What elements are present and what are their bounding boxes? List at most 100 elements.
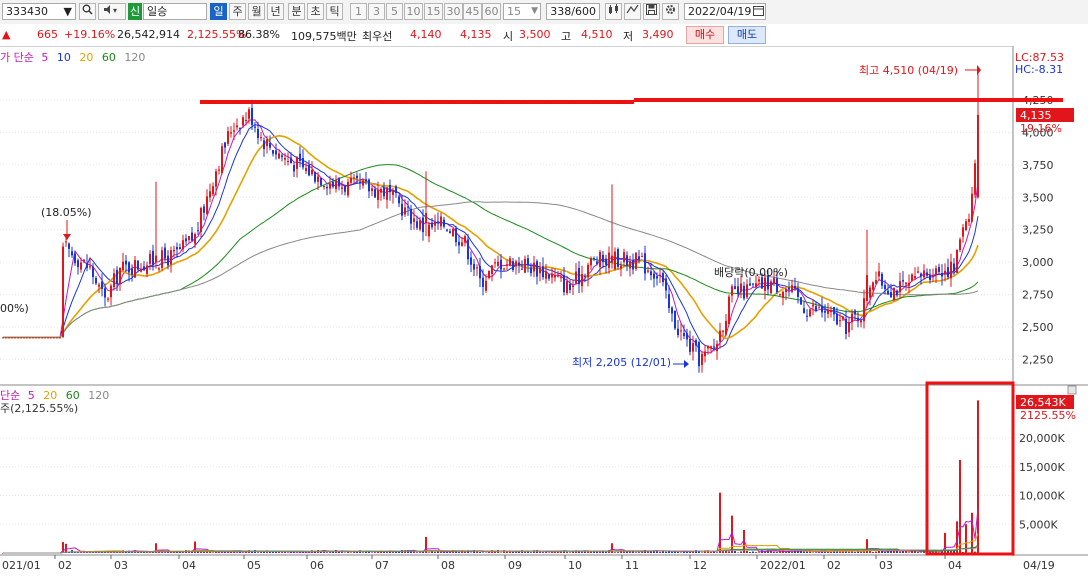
- candle-body: [878, 271, 880, 277]
- minute-option-15[interactable]: 15: [424, 3, 443, 20]
- save-icon[interactable]: [643, 3, 660, 20]
- candle-body: [434, 221, 436, 226]
- period-second[interactable]: 초: [307, 3, 324, 20]
- chevron-down-icon[interactable]: ▼: [64, 4, 72, 19]
- candle-body: [143, 266, 145, 271]
- candle-settings-icon[interactable]: [605, 3, 622, 20]
- candle-body: [959, 239, 961, 250]
- candle-body: [797, 288, 799, 297]
- candle-body: [101, 281, 103, 289]
- candle-body: [908, 282, 910, 286]
- candle-body: [902, 279, 904, 282]
- trade-volume: 26,542,914: [117, 28, 180, 41]
- candle-body: [539, 267, 541, 274]
- candle-body: [686, 333, 688, 340]
- minute-option-3[interactable]: 3: [368, 3, 385, 20]
- candle-body: [869, 287, 871, 298]
- x-tick-label: 08: [441, 559, 455, 572]
- candle-body: [74, 253, 76, 264]
- sell-button[interactable]: 매도: [728, 26, 766, 44]
- candle-body: [188, 236, 190, 240]
- candle-body: [167, 255, 169, 266]
- candle-body: [470, 257, 472, 265]
- candle-body: [329, 183, 331, 189]
- candle-body: [653, 273, 655, 279]
- candle-body: [893, 287, 895, 300]
- candle-body: [518, 262, 520, 266]
- volume-bar: [296, 552, 298, 553]
- candle-body: [272, 150, 274, 154]
- candle-body: [923, 270, 925, 278]
- candle-body: [275, 150, 277, 155]
- candle-body: [947, 267, 949, 277]
- volume-bar: [800, 551, 802, 553]
- candle-body: [287, 160, 289, 162]
- volume-bar: [434, 551, 436, 553]
- period-month[interactable]: 월: [248, 3, 265, 20]
- dividend-annotation: 배당락(0.00%): [714, 266, 788, 279]
- volume-bar: [443, 551, 445, 553]
- candle-body: [230, 132, 232, 134]
- candle-body: [824, 311, 826, 313]
- period-day[interactable]: 일: [210, 3, 227, 20]
- speaker-icon[interactable]: ▾: [98, 3, 126, 20]
- candle-body: [290, 157, 292, 164]
- minute-option-1[interactable]: 1: [350, 3, 367, 20]
- price-change: 665: [37, 28, 58, 41]
- search-icon[interactable]: [79, 3, 96, 20]
- period-tick[interactable]: 틱: [326, 3, 343, 20]
- candle-body: [41, 337, 43, 339]
- candle-body: [929, 274, 931, 281]
- svg-text:▾: ▾: [113, 6, 117, 15]
- volume-bar: [752, 551, 754, 553]
- volume-bar: [464, 551, 466, 553]
- vlegend-ma120: 120: [88, 389, 109, 402]
- stock-code-input[interactable]: 333430 ▼: [2, 3, 76, 20]
- volume-bar: [710, 552, 712, 553]
- candle-body: [140, 269, 142, 272]
- data-count[interactable]: 338/600: [546, 3, 600, 20]
- candle-body: [971, 193, 973, 222]
- volume-bars: [2, 400, 979, 554]
- buy-button[interactable]: 매수: [686, 26, 724, 44]
- volume-bar: [701, 552, 703, 553]
- trend-line-icon[interactable]: [624, 3, 641, 20]
- gear-icon[interactable]: [662, 3, 679, 20]
- candle-body: [209, 191, 211, 198]
- candle-body: [452, 228, 454, 236]
- date-input[interactable]: 2022/04/19: [684, 3, 766, 20]
- candle-body: [137, 260, 139, 270]
- period-year[interactable]: 년: [267, 3, 284, 20]
- candle-body: [638, 256, 640, 260]
- candle-body: [119, 267, 121, 285]
- candle-body: [851, 313, 853, 323]
- candle-body: [185, 238, 187, 242]
- pane-toggle-icon[interactable]: [1067, 385, 1077, 395]
- stock-name-field[interactable]: 일승: [143, 3, 207, 20]
- calendar-icon[interactable]: [753, 5, 764, 19]
- period-week[interactable]: 주: [229, 3, 246, 20]
- candle-body: [113, 273, 115, 288]
- candle-body: [242, 117, 244, 126]
- candle-body: [608, 252, 610, 269]
- candle-body: [458, 241, 460, 246]
- minute-option-10[interactable]: 10: [404, 3, 423, 20]
- candle-body: [632, 260, 634, 270]
- candle-body: [296, 157, 298, 169]
- x-tick-label: 05: [247, 559, 261, 572]
- minute-option-60[interactable]: 60: [482, 3, 501, 20]
- minute-option-5[interactable]: 5: [386, 3, 403, 20]
- period-minute[interactable]: 분: [288, 3, 305, 20]
- volume-bar: [203, 551, 205, 553]
- volume-highlight-box[interactable]: [925, 381, 1015, 556]
- minute-option-30[interactable]: 30: [444, 3, 463, 20]
- minute-option-45[interactable]: 45: [463, 3, 482, 20]
- candle-body: [512, 261, 514, 270]
- candle-body: [974, 163, 976, 195]
- candle-body: [881, 273, 883, 286]
- interval-select[interactable]: 15 ▼: [503, 3, 541, 20]
- stock-chart[interactable]: 가 단순 5 10 20 60 120 단순 5 20 60 120 주(2,1…: [0, 46, 1088, 584]
- x-tick-label: 02: [58, 559, 72, 572]
- candle-body: [938, 267, 940, 273]
- candle-body: [440, 216, 442, 227]
